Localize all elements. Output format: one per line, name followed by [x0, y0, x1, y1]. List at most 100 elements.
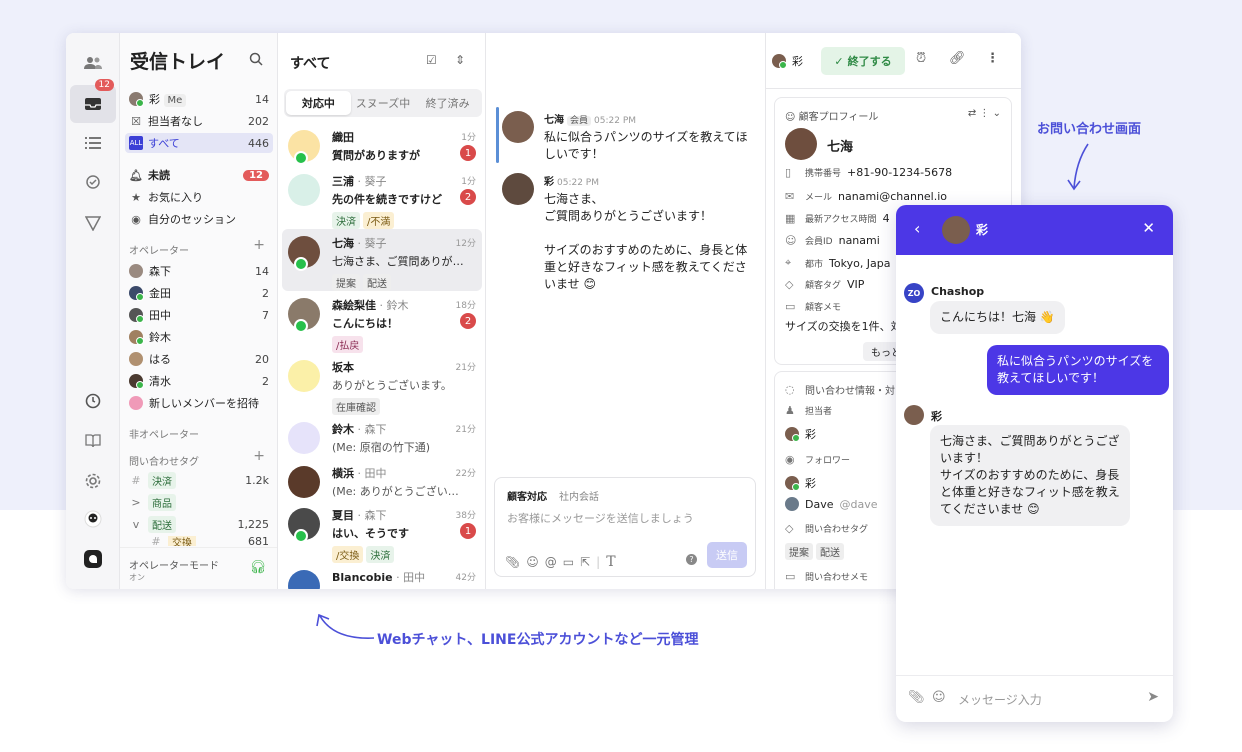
avatar	[129, 352, 143, 366]
inbox-row-unassigned[interactable]: ☒ 担当者なし 202	[125, 111, 273, 131]
attach-icon[interactable]: 📎︎	[908, 690, 925, 705]
chevron-right-icon[interactable]: >	[129, 495, 143, 509]
tag-item[interactable]: # 交換 681	[125, 536, 273, 546]
conversation-item[interactable]: 森絵梨佳 · 鈴木 18分 こんにちは！ 2 /払戻	[282, 291, 482, 353]
list-icon[interactable]	[79, 129, 107, 157]
field-value[interactable]: nanami@channel.io	[838, 190, 947, 203]
follower-handle: @dave	[839, 497, 878, 511]
customer-name: 横浜	[332, 467, 354, 480]
sort-icon[interactable]: ⇕	[455, 53, 465, 67]
user-avatar-icon[interactable]	[79, 505, 107, 533]
channel-logo-icon[interactable]	[79, 545, 107, 573]
users-icon[interactable]	[79, 49, 107, 77]
emoji-icon[interactable]: ☺	[526, 555, 545, 569]
tag-name: 配送	[148, 515, 176, 533]
widget-message-input[interactable]: メッセージ入力	[958, 691, 1042, 708]
tag-item[interactable]: # 決済 1.2k	[125, 470, 273, 490]
avatar	[129, 92, 144, 107]
inbox-row-my-sessions[interactable]: ◉ 自分のセッション	[125, 209, 273, 229]
operator-item[interactable]: 田中 7	[125, 305, 273, 325]
close-icon[interactable]: ✕	[1142, 219, 1155, 237]
inbox-row-favorites[interactable]: ★ お気に入り	[125, 187, 273, 207]
tab-open[interactable]: 対応中	[286, 91, 351, 115]
preview: ありがとうございます。	[332, 379, 452, 392]
message-input[interactable]: お客様にメッセージを送信しましょう	[507, 510, 694, 526]
tag-item[interactable]: > 商品	[125, 492, 273, 512]
headset-icon[interactable]: 🎧︎	[249, 560, 266, 575]
inbox-row-label: お気に入り	[148, 191, 203, 204]
tab-customer[interactable]: 顧客対応	[507, 492, 547, 503]
inbox-row-unread[interactable]: 🔔︎ 未読 12	[125, 165, 273, 185]
avatar	[502, 173, 534, 205]
search-icon[interactable]	[249, 51, 263, 70]
follower-name[interactable]: Dave	[805, 498, 834, 511]
conversation-item[interactable]: 坂本 21分 ありがとうございます。 在庫確認	[282, 353, 482, 415]
assignee-name[interactable]: 彩	[805, 426, 816, 442]
add-operator-icon[interactable]: +	[253, 237, 265, 253]
avatar	[129, 264, 143, 278]
avatar	[942, 216, 970, 244]
conversation-item-selected[interactable]: 七海 · 葵子 12分 七海さま、ご質問ありがとうござい... 提案配送	[282, 229, 482, 291]
inbox-row-me[interactable]: 彩 Me 14	[125, 89, 273, 109]
operator-item[interactable]: 金田 2	[125, 283, 273, 303]
preview: 質問がありますが	[332, 149, 420, 162]
tab-snoozed[interactable]: スヌーズ中	[351, 91, 416, 115]
operator-item[interactable]: 清水 2	[125, 371, 273, 391]
field-value[interactable]: +81-90-1234-5678	[847, 166, 952, 179]
invite-member-button[interactable]: 新しいメンバーを招待	[125, 393, 273, 413]
close-conversation-button[interactable]: ✓ 終了する	[821, 47, 905, 75]
field-value: VIP	[847, 278, 865, 291]
tag[interactable]: 配送	[816, 543, 844, 560]
inbox-row-count: 202	[248, 114, 269, 128]
info-row: 彩	[785, 475, 816, 491]
tag[interactable]: 提案	[785, 543, 813, 560]
star-icon: ★	[131, 190, 141, 204]
text-format-icon[interactable]: T	[606, 554, 621, 570]
add-tag-icon[interactable]: +	[253, 448, 265, 464]
field-value: nanami	[838, 234, 880, 247]
conversation-item[interactable]: 三浦 · 葵子 1分 先の件を続きですけど 2 決済/不満	[282, 167, 482, 229]
mention-icon[interactable]: @	[545, 555, 563, 569]
conversation-item[interactable]: Blancobie · 田中 42分	[282, 563, 482, 589]
tab-internal[interactable]: 社内会話	[559, 492, 599, 503]
customer-name: 三浦	[332, 175, 354, 188]
operator-item[interactable]: 鈴木	[125, 327, 273, 347]
clock-icon[interactable]	[79, 387, 107, 415]
inbox-row-count: 446	[248, 136, 269, 150]
attach-icon[interactable]: 📎︎	[505, 555, 526, 569]
help-icon[interactable]: ?	[686, 554, 697, 565]
profile-header-label: 顧客プロフィール	[798, 112, 879, 123]
profile-row: ▭ 顧客メモ	[785, 300, 847, 313]
field-label: 会員ID	[805, 237, 833, 247]
assignee-chip[interactable]: 彩	[772, 53, 803, 69]
chevron-down-icon[interactable]: v	[129, 517, 143, 531]
profile-actions[interactable]: ⇄ ⋮ ⌄	[968, 108, 1001, 119]
share-icon[interactable]: ⇱	[580, 555, 596, 569]
tag: 決済	[366, 546, 395, 563]
book-icon[interactable]	[79, 427, 107, 455]
follower-name[interactable]: 彩	[805, 475, 816, 491]
card-icon[interactable]: ▭	[563, 555, 580, 569]
alarm-icon[interactable]: ⏰︎	[916, 51, 926, 66]
inbox-row-all[interactable]: ALL すべて 446	[125, 133, 273, 153]
tab-closed[interactable]: 終了済み	[415, 91, 480, 115]
operator-item[interactable]: 森下 14	[125, 261, 273, 281]
profile-row: ◇ 顧客タグ VIP	[785, 278, 864, 291]
badge-check-icon[interactable]	[79, 169, 107, 197]
send-icon[interactable]: ➤	[1147, 689, 1159, 705]
send-button[interactable]: 送信	[707, 542, 747, 568]
more-icon[interactable]: ⋮	[986, 51, 999, 66]
conversation-item[interactable]: 夏目 · 森下 38分 はい、そうです 1 /交換 決済	[282, 501, 482, 563]
inbox-icon[interactable]: 12	[70, 79, 116, 123]
back-icon[interactable]: ‹	[914, 219, 920, 238]
tag-item[interactable]: v 配送 1,225	[125, 514, 273, 534]
send-icon[interactable]	[79, 209, 107, 237]
operator-item[interactable]: はる 20	[125, 349, 273, 369]
gear-icon[interactable]	[79, 467, 107, 495]
arrow-up-icon	[316, 613, 375, 639]
link-icon[interactable]: 🔗︎	[949, 51, 966, 66]
checkbox-icon[interactable]: ☑	[426, 53, 437, 67]
tag-name: 交換	[168, 536, 196, 546]
bot-avatar: ZO	[904, 283, 924, 303]
emoji-icon[interactable]: ☺	[932, 690, 946, 705]
